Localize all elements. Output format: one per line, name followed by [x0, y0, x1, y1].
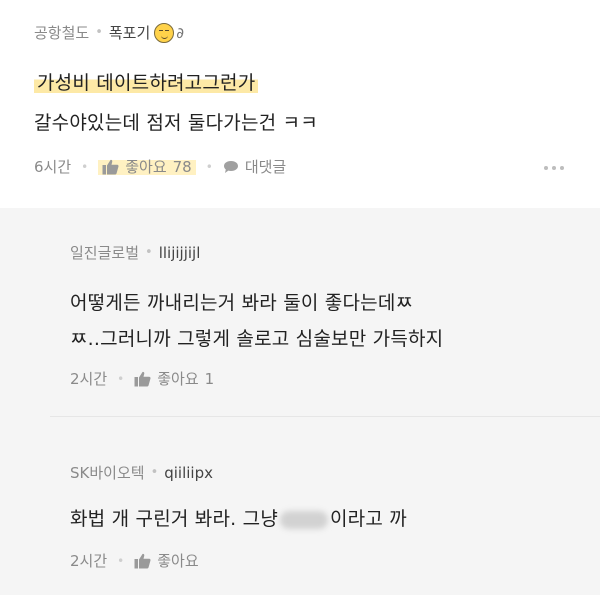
like-button[interactable]: 좋아요 78: [98, 156, 196, 177]
reply-label: 대댓글: [244, 158, 287, 176]
author-name[interactable]: 공항철도: [34, 22, 89, 43]
reply-item: 일진글로벌 • llijijjijl 어떻게든 까내리는거 봐라 둘이 좋다는데…: [0, 208, 600, 398]
separator-dot: •: [205, 159, 213, 174]
timestamp: 2시간: [70, 552, 108, 570]
comment-text-line-1: 가성비 데이트하려고그런가: [34, 68, 259, 95]
reply-text-after: 이라고 까: [330, 508, 407, 530]
reply-text: 화법 개 구린거 봐라. 그냥 이라고 까: [70, 504, 407, 531]
smile-emoji-icon: [154, 22, 175, 43]
author-name[interactable]: SK바이오텍: [70, 462, 145, 483]
flourish-icon: ∂: [176, 23, 185, 42]
separator-dot: •: [145, 245, 153, 260]
like-label: 좋아요: [157, 552, 199, 570]
like-button[interactable]: 좋아요: [134, 550, 199, 571]
reply-button[interactable]: 대댓글: [223, 156, 286, 177]
reply-text-line-2: ㅉ..그러니까 그렇게 솔로고 심술보만 가득하지: [70, 328, 444, 350]
reply-list: 일진글로벌 • llijijjijl 어떻게든 까내리는거 봐라 둘이 좋다는데…: [0, 208, 600, 595]
like-label: 좋아요: [157, 370, 199, 388]
highlighted-text: 가성비 데이트하려고그런가: [34, 72, 259, 94]
thumbs-up-icon: [134, 371, 151, 386]
like-count: 1: [204, 369, 215, 388]
author-handle[interactable]: 폭포기: [109, 22, 150, 43]
reply-meta: SK바이오텍 • qiiliipx: [70, 462, 213, 483]
reply-meta: 일진글로벌 • llijijjijl: [70, 242, 200, 263]
thumbs-up-icon: [134, 553, 151, 568]
separator-dot: •: [81, 159, 89, 174]
author-handle[interactable]: qiiliipx: [164, 464, 213, 482]
separator-dot: •: [117, 553, 125, 568]
reply-item: SK바이오텍 • qiiliipx 화법 개 구린거 봐라. 그냥 이라고 까 2…: [0, 416, 600, 595]
timestamp: 2시간: [70, 370, 108, 388]
comment-actions: 6시간 • 좋아요 78 • 대댓글: [34, 156, 286, 177]
separator-dot: •: [117, 371, 125, 386]
separator-dot: •: [150, 465, 159, 480]
thumbs-up-icon: [102, 159, 119, 174]
like-count: 78: [172, 157, 192, 176]
comment-meta: 공항철도 • 폭포기 ∂: [34, 22, 184, 43]
reply-text-line-1: 어떻게든 까내리는거 봐라 둘이 좋다는데ㅉ: [70, 292, 414, 314]
blurred-censor: [280, 510, 328, 529]
author-name[interactable]: 일진글로벌: [70, 242, 139, 263]
speech-bubble-icon: [223, 160, 238, 173]
like-button[interactable]: 좋아요 1: [134, 368, 214, 389]
main-comment: 공항철도 • 폭포기 ∂ 가성비 데이트하려고그런가 갈수야있는데 점저 둘다가…: [0, 0, 600, 208]
like-label: 좋아요: [125, 158, 167, 176]
timestamp: 6시간: [34, 158, 72, 176]
reply-actions: 2시간 • 좋아요: [70, 550, 199, 571]
reply-text-before: 화법 개 구린거 봐라. 그냥: [70, 508, 278, 530]
more-options-icon[interactable]: [544, 166, 564, 170]
author-handle[interactable]: llijijjijl: [159, 244, 201, 262]
comment-text-line-2: 갈수야있는데 점저 둘다가는건 ㅋㅋ: [34, 112, 318, 134]
separator-dot: •: [95, 25, 103, 40]
reply-actions: 2시간 • 좋아요 1: [70, 368, 214, 389]
